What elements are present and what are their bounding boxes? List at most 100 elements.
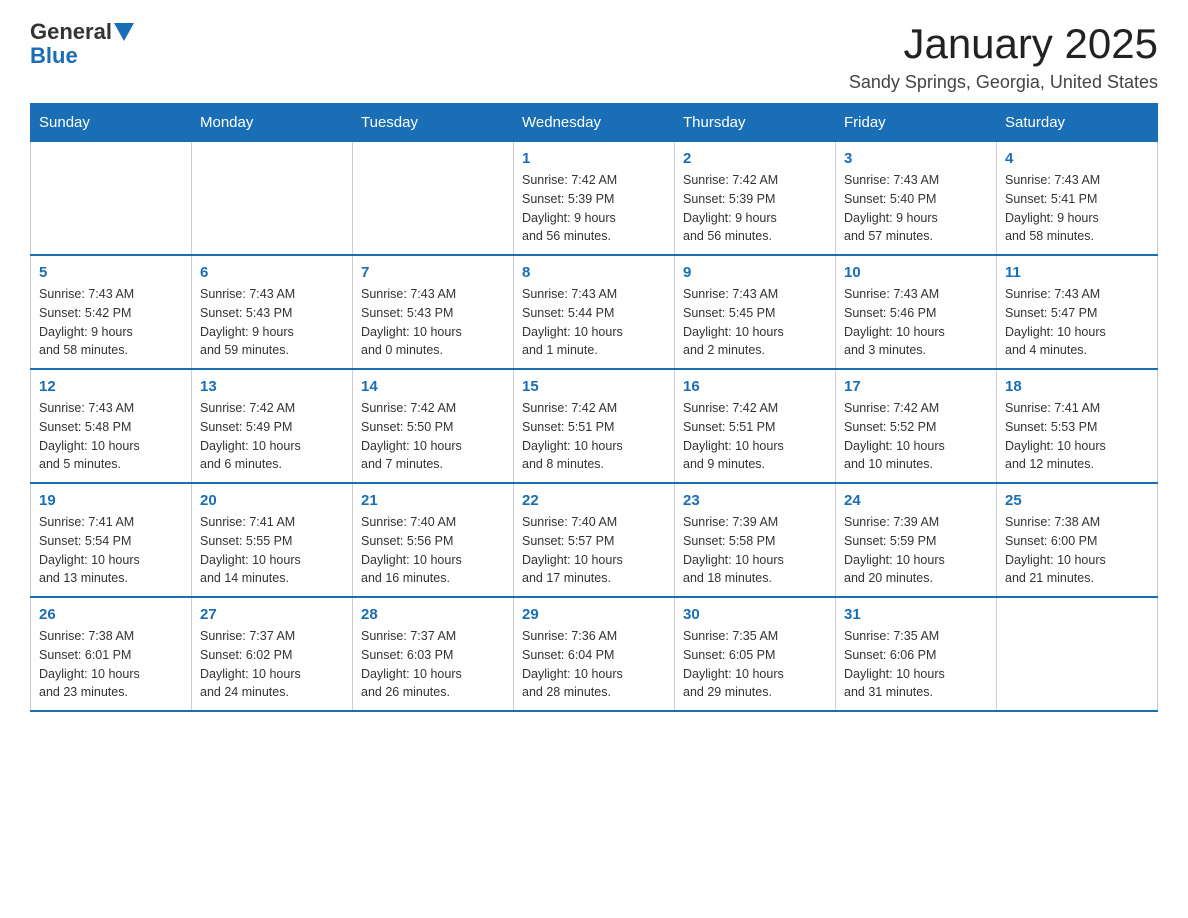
day-detail: Sunrise: 7:36 AM Sunset: 6:04 PM Dayligh…: [522, 627, 666, 702]
day-number: 26: [39, 606, 183, 623]
calendar-cell: 12Sunrise: 7:43 AM Sunset: 5:48 PM Dayli…: [31, 369, 192, 483]
calendar-cell: 18 Sunrise: 7:41 AM Sunset: 5:53 PM Dayli…: [997, 369, 1158, 483]
calendar-header: SundayMondayTuesdayWednesdayThursdayFrid…: [31, 104, 1158, 142]
day-detail: Sunrise: 7:42 AM Sunset: 5:51 PM Dayligh…: [683, 399, 827, 474]
day-number: 29: [522, 606, 666, 623]
day-detail: Sunrise: 7:38 AM Sunset: 6:00 PM Dayligh…: [1005, 513, 1149, 588]
day-detail: Sunrise: 7:43 AM Sunset: 5:43 PM Dayligh…: [200, 285, 344, 360]
calendar-cell: 5 Sunrise: 7:43 AM Sunset: 5:42 PM Daylig…: [31, 255, 192, 369]
weekday-header-monday: Monday: [192, 104, 353, 142]
day-detail: Sunrise: 7:43 AM Sunset: 5:43 PM Dayligh…: [361, 285, 505, 360]
weekday-header-wednesday: Wednesday: [514, 104, 675, 142]
calendar-cell: [353, 142, 514, 256]
day-detail: Sunrise: 7:41 AM Sunset: 5:53 PM Dayligh…: [1005, 399, 1149, 474]
logo-triangle-icon: [114, 23, 134, 43]
weekday-header-row: SundayMondayTuesdayWednesdayThursdayFrid…: [31, 104, 1158, 142]
calendar-cell: 31Sunrise: 7:35 AM Sunset: 6:06 PM Dayli…: [836, 597, 997, 711]
day-detail: Sunrise: 7:39 AM Sunset: 5:59 PM Dayligh…: [844, 513, 988, 588]
day-detail: Sunrise: 7:41 AM Sunset: 5:54 PM Dayligh…: [39, 513, 183, 588]
day-number: 9: [683, 264, 827, 281]
day-number: 7: [361, 264, 505, 281]
day-detail: Sunrise: 7:42 AM Sunset: 5:39 PM Dayligh…: [683, 171, 827, 246]
day-detail: Sunrise: 7:40 AM Sunset: 5:56 PM Dayligh…: [361, 513, 505, 588]
day-detail: Sunrise: 7:43 AM Sunset: 5:44 PM Dayligh…: [522, 285, 666, 360]
day-number: 22: [522, 492, 666, 509]
day-detail: Sunrise: 7:42 AM Sunset: 5:51 PM Dayligh…: [522, 399, 666, 474]
day-number: 16: [683, 378, 827, 395]
calendar-cell: [997, 597, 1158, 711]
weekday-header-thursday: Thursday: [675, 104, 836, 142]
calendar-cell: 22 Sunrise: 7:40 AM Sunset: 5:57 PM Dayli…: [514, 483, 675, 597]
calendar-week-row: 19 Sunrise: 7:41 AM Sunset: 5:54 PM Dayli…: [31, 483, 1158, 597]
day-number: 31: [844, 606, 988, 623]
day-detail: Sunrise: 7:43 AM Sunset: 5:48 PM Dayligh…: [39, 399, 183, 474]
page-header: General Blue January 2025 Sandy Springs,…: [30, 20, 1158, 93]
calendar-cell: 16 Sunrise: 7:42 AM Sunset: 5:51 PM Dayli…: [675, 369, 836, 483]
day-detail: Sunrise: 7:42 AM Sunset: 5:39 PM Dayligh…: [522, 171, 666, 246]
day-number: 3: [844, 150, 988, 167]
calendar-cell: 23Sunrise: 7:39 AM Sunset: 5:58 PM Dayli…: [675, 483, 836, 597]
day-detail: Sunrise: 7:42 AM Sunset: 5:52 PM Dayligh…: [844, 399, 988, 474]
day-number: 6: [200, 264, 344, 281]
day-number: 10: [844, 264, 988, 281]
day-number: 28: [361, 606, 505, 623]
logo-general-text: General: [30, 20, 112, 44]
day-detail: Sunrise: 7:42 AM Sunset: 5:49 PM Dayligh…: [200, 399, 344, 474]
day-number: 8: [522, 264, 666, 281]
day-number: 2: [683, 150, 827, 167]
day-detail: Sunrise: 7:43 AM Sunset: 5:40 PM Dayligh…: [844, 171, 988, 246]
day-number: 21: [361, 492, 505, 509]
day-number: 17: [844, 378, 988, 395]
day-number: 23: [683, 492, 827, 509]
calendar-cell: 15 Sunrise: 7:42 AM Sunset: 5:51 PM Dayli…: [514, 369, 675, 483]
calendar-cell: 28 Sunrise: 7:37 AM Sunset: 6:03 PM Dayli…: [353, 597, 514, 711]
calendar-cell: 27Sunrise: 7:37 AM Sunset: 6:02 PM Dayli…: [192, 597, 353, 711]
calendar-cell: 24Sunrise: 7:39 AM Sunset: 5:59 PM Dayli…: [836, 483, 997, 597]
day-detail: Sunrise: 7:35 AM Sunset: 6:05 PM Dayligh…: [683, 627, 827, 702]
day-detail: Sunrise: 7:43 AM Sunset: 5:46 PM Dayligh…: [844, 285, 988, 360]
calendar-week-row: 26 Sunrise: 7:38 AM Sunset: 6:01 PM Dayli…: [31, 597, 1158, 711]
day-detail: Sunrise: 7:38 AM Sunset: 6:01 PM Dayligh…: [39, 627, 183, 702]
day-number: 15: [522, 378, 666, 395]
day-number: 5: [39, 264, 183, 281]
calendar-title: January 2025: [849, 20, 1158, 68]
calendar-table: SundayMondayTuesdayWednesdayThursdayFrid…: [30, 103, 1158, 712]
title-section: January 2025 Sandy Springs, Georgia, Uni…: [849, 20, 1158, 93]
calendar-subtitle: Sandy Springs, Georgia, United States: [849, 72, 1158, 93]
day-number: 1: [522, 150, 666, 167]
calendar-cell: [192, 142, 353, 256]
logo-blue-text: Blue: [30, 44, 134, 68]
day-detail: Sunrise: 7:43 AM Sunset: 5:41 PM Dayligh…: [1005, 171, 1149, 246]
day-number: 18: [1005, 378, 1149, 395]
calendar-cell: 25 Sunrise: 7:38 AM Sunset: 6:00 PM Dayli…: [997, 483, 1158, 597]
calendar-cell: 30Sunrise: 7:35 AM Sunset: 6:05 PM Dayli…: [675, 597, 836, 711]
weekday-header-friday: Friday: [836, 104, 997, 142]
weekday-header-sunday: Sunday: [31, 104, 192, 142]
calendar-body: 1 Sunrise: 7:42 AM Sunset: 5:39 PM Daylig…: [31, 142, 1158, 712]
day-detail: Sunrise: 7:43 AM Sunset: 5:45 PM Dayligh…: [683, 285, 827, 360]
day-detail: Sunrise: 7:37 AM Sunset: 6:03 PM Dayligh…: [361, 627, 505, 702]
day-number: 11: [1005, 264, 1149, 281]
day-detail: Sunrise: 7:40 AM Sunset: 5:57 PM Dayligh…: [522, 513, 666, 588]
day-number: 13: [200, 378, 344, 395]
calendar-week-row: 1 Sunrise: 7:42 AM Sunset: 5:39 PM Daylig…: [31, 142, 1158, 256]
day-number: 14: [361, 378, 505, 395]
logo: General Blue: [30, 20, 134, 68]
calendar-cell: 13 Sunrise: 7:42 AM Sunset: 5:49 PM Dayli…: [192, 369, 353, 483]
calendar-cell: 7 Sunrise: 7:43 AM Sunset: 5:43 PM Daylig…: [353, 255, 514, 369]
day-detail: Sunrise: 7:42 AM Sunset: 5:50 PM Dayligh…: [361, 399, 505, 474]
calendar-cell: 4 Sunrise: 7:43 AM Sunset: 5:41 PM Daylig…: [997, 142, 1158, 256]
calendar-cell: 19 Sunrise: 7:41 AM Sunset: 5:54 PM Dayli…: [31, 483, 192, 597]
calendar-cell: [31, 142, 192, 256]
calendar-cell: 8 Sunrise: 7:43 AM Sunset: 5:44 PM Daylig…: [514, 255, 675, 369]
calendar-week-row: 12Sunrise: 7:43 AM Sunset: 5:48 PM Dayli…: [31, 369, 1158, 483]
calendar-cell: 21 Sunrise: 7:40 AM Sunset: 5:56 PM Dayli…: [353, 483, 514, 597]
day-detail: Sunrise: 7:43 AM Sunset: 5:42 PM Dayligh…: [39, 285, 183, 360]
weekday-header-saturday: Saturday: [997, 104, 1158, 142]
day-number: 4: [1005, 150, 1149, 167]
day-number: 25: [1005, 492, 1149, 509]
day-detail: Sunrise: 7:41 AM Sunset: 5:55 PM Dayligh…: [200, 513, 344, 588]
calendar-cell: 3 Sunrise: 7:43 AM Sunset: 5:40 PM Daylig…: [836, 142, 997, 256]
day-number: 20: [200, 492, 344, 509]
day-number: 19: [39, 492, 183, 509]
